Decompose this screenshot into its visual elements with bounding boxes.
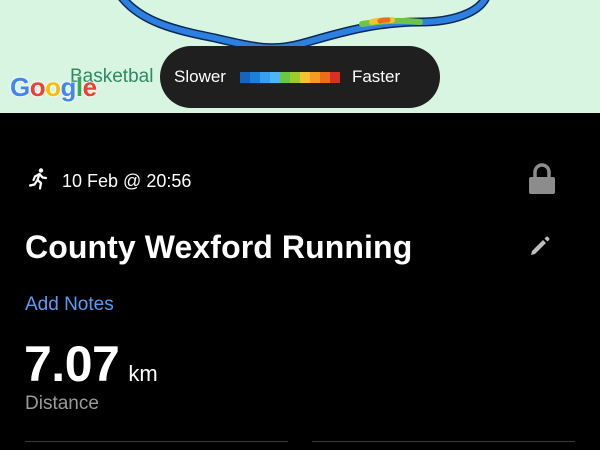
pace-color-swatch xyxy=(319,71,330,83)
activity-date-row: 10 Feb @ 20:56 xyxy=(26,167,191,196)
activity-details: 10 Feb @ 20:56 County Wexford Running Ad… xyxy=(0,113,600,450)
distance-readout: 7.07 km xyxy=(24,335,158,393)
pencil-icon[interactable] xyxy=(529,235,551,262)
pace-color-swatch xyxy=(279,71,290,83)
running-person-icon xyxy=(26,167,50,196)
distance-label: Distance xyxy=(25,393,99,414)
pace-color-swatch xyxy=(259,71,270,83)
pace-faster-label: Faster xyxy=(351,67,401,86)
pace-legend: Slower Faster xyxy=(160,46,440,108)
google-logo-letter: g xyxy=(60,72,77,102)
stats-divider-right xyxy=(312,441,575,442)
google-logo-letter: e xyxy=(82,72,97,102)
distance-value: 7.07 xyxy=(24,336,120,392)
pace-color-swatch xyxy=(269,71,280,83)
stats-divider-left xyxy=(25,441,288,442)
lock-icon[interactable] xyxy=(528,163,556,200)
pace-color-swatch xyxy=(299,71,310,83)
pace-color-swatch xyxy=(309,71,320,83)
google-logo-letter: l xyxy=(75,72,83,102)
distance-unit: km xyxy=(128,361,158,386)
pace-slower-label: Slower xyxy=(174,67,226,86)
add-notes-link[interactable]: Add Notes xyxy=(25,294,114,316)
pace-color-swatch xyxy=(249,71,260,83)
pace-color-swatch xyxy=(239,71,250,83)
google-logo: Google xyxy=(10,72,97,103)
activity-title: County Wexford Running xyxy=(25,229,413,265)
route-map[interactable]: Basketbal Google Slower Faster xyxy=(0,0,600,113)
google-logo-letter: o xyxy=(29,72,46,102)
activity-date: 10 Feb @ 20:56 xyxy=(62,171,192,191)
google-logo-letter: o xyxy=(45,72,61,102)
google-logo-letter: G xyxy=(10,72,30,102)
pace-color-scale xyxy=(239,71,340,83)
pace-color-swatch xyxy=(329,71,340,83)
pace-color-swatch xyxy=(289,71,300,83)
